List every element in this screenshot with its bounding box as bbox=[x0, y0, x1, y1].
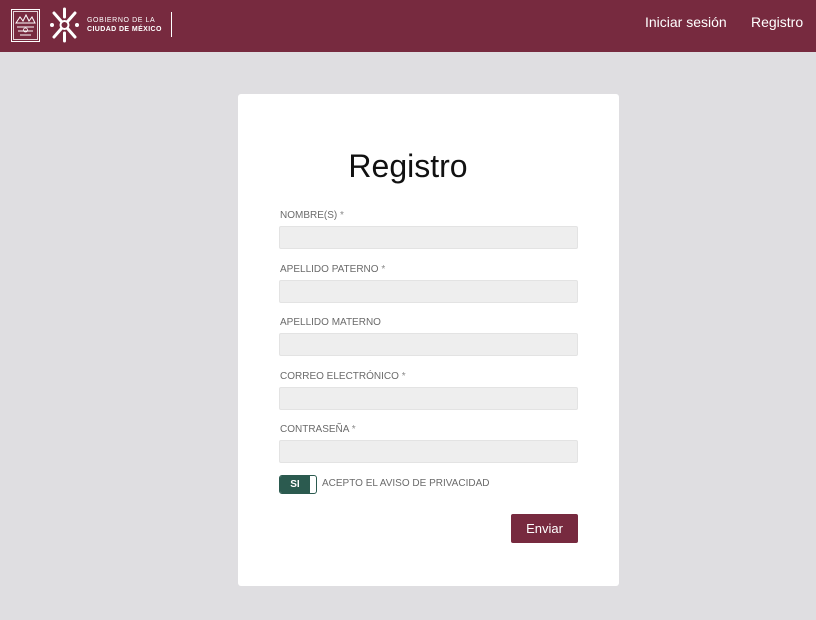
apellido-paterno-label: APELLIDO PATERNO * bbox=[280, 264, 386, 275]
correo-input[interactable] bbox=[279, 387, 578, 410]
apellido-paterno-input[interactable] bbox=[279, 280, 578, 303]
nav-login-link[interactable]: Iniciar sesión bbox=[645, 14, 727, 30]
correo-label: CORREO ELECTRÓNICO * bbox=[280, 371, 406, 382]
submit-button[interactable]: Enviar bbox=[511, 514, 578, 543]
contrasena-label: CONTRASEÑA * bbox=[280, 424, 356, 435]
brand-line-2: CIUDAD DE MÉXICO bbox=[87, 26, 162, 33]
coat-of-arms-icon bbox=[11, 9, 40, 42]
toggle-state-label: SI bbox=[280, 476, 310, 493]
apellido-materno-label: APELLIDO MATERNO bbox=[280, 317, 381, 328]
page-title: Registro bbox=[348, 148, 468, 184]
brand-divider bbox=[171, 12, 172, 37]
nav-register-link[interactable]: Registro bbox=[751, 14, 803, 30]
top-header: GOBIERNO DE LA CIUDAD DE MÉXICO Iniciar … bbox=[0, 0, 816, 52]
privacy-toggle[interactable]: SI bbox=[279, 475, 317, 494]
cdmx-logo-icon bbox=[50, 7, 79, 43]
toggle-knob bbox=[311, 477, 315, 492]
contrasena-input[interactable] bbox=[279, 440, 578, 463]
privacy-consent-label: ACEPTO EL AVISO DE PRIVACIDAD bbox=[322, 478, 490, 489]
brand-name: GOBIERNO DE LA CIUDAD DE MÉXICO bbox=[87, 16, 162, 34]
nombre-label: NOMBRE(S) * bbox=[280, 210, 344, 221]
brand-line-1: GOBIERNO DE LA bbox=[87, 17, 156, 24]
apellido-materno-input[interactable] bbox=[279, 333, 578, 356]
nombre-input[interactable] bbox=[279, 226, 578, 249]
